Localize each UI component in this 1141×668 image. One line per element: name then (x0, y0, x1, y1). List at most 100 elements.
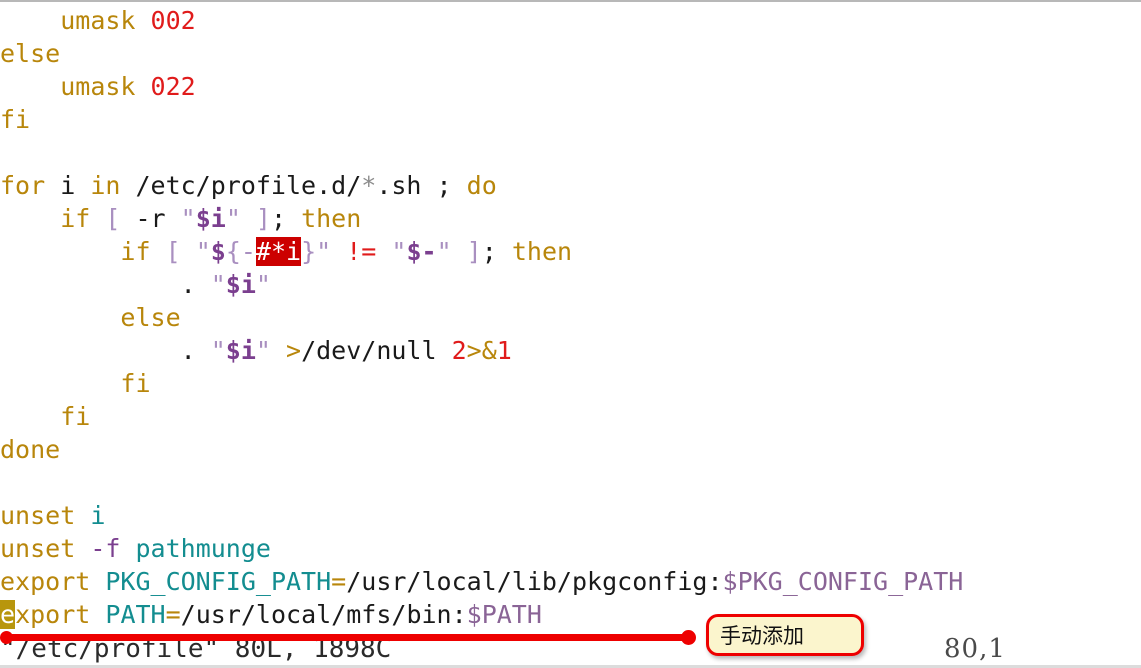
code-line: fi (0, 367, 1141, 400)
code-token: unset (0, 534, 76, 563)
code-token: do (451, 171, 497, 200)
code-token: /etc/profile.d/ (120, 171, 362, 200)
code-token: fi (60, 402, 91, 431)
code-token: " (210, 270, 226, 299)
code-token: " ] (436, 237, 482, 266)
text-cursor: e (0, 600, 16, 629)
code-token: $i (195, 204, 226, 233)
code-token: $i (225, 336, 256, 365)
code-token: umask (60, 72, 151, 101)
code-token: then (286, 204, 362, 233)
code-token: " (255, 270, 271, 299)
code-token: " (195, 237, 211, 266)
code-line: for i in /etc/profile.d/*.sh ; do (0, 169, 1141, 202)
code-token: 1 (496, 336, 512, 365)
code-token: pathmunge (135, 534, 271, 563)
code-token: = (331, 567, 347, 596)
code-line: . "$i" (0, 268, 1141, 301)
code-token: fi (0, 105, 31, 134)
code-token: " ] (225, 204, 271, 233)
code-token: for (0, 171, 46, 200)
code-line: umask 022 (0, 70, 1141, 103)
code-line: done (0, 433, 1141, 466)
code-token: >& (466, 336, 497, 365)
code-token: " (316, 237, 347, 266)
code-line: fi (0, 400, 1141, 433)
code-token: " (165, 204, 196, 233)
code-token: ; (481, 237, 497, 266)
code-token: $- (406, 237, 437, 266)
code-token: i (45, 171, 91, 200)
code-token: unset (0, 501, 76, 530)
annotation-callout-label: 手动添加 (720, 624, 804, 648)
code-token: [ (150, 237, 196, 266)
code-token: /usr/local/lib/pkgconfig: (346, 567, 723, 596)
code-line: export PKG_CONFIG_PATH=/usr/local/lib/pk… (0, 565, 1141, 598)
code-token: 022 (150, 72, 196, 101)
code-token: xport (15, 600, 91, 629)
editor-text-area[interactable]: umask 002 else umask 022 fi for i in /etc/… (0, 2, 1141, 631)
search-match-highlight: #*i (255, 237, 302, 266)
code-token: in (90, 171, 121, 200)
code-line: if [ -r "$i" ]; then (0, 202, 1141, 235)
code-line: . "$i" >/dev/null 2>&1 (0, 334, 1141, 367)
code-line: export PATH=/usr/local/mfs/bin:$PATH (0, 598, 1141, 631)
code-line: unset i (0, 499, 1141, 532)
code-line: fi (0, 103, 1141, 136)
code-token: PATH (105, 600, 166, 629)
code-token: .sh (376, 171, 437, 200)
code-token: done (0, 435, 61, 464)
code-token: } (301, 237, 317, 266)
code-token: > (286, 336, 302, 365)
annotation-arrow-dot (681, 630, 696, 645)
code-token: != (346, 237, 377, 266)
code-token: $i (225, 270, 256, 299)
code-token: 2 (451, 336, 467, 365)
code-token: else (0, 39, 61, 68)
code-token: [ (90, 204, 136, 233)
code-token: " (210, 336, 226, 365)
code-token: then (496, 237, 573, 266)
code-token: fi (120, 369, 151, 398)
code-token: $PKG_CONFIG_PATH (722, 567, 964, 596)
code-line: else (0, 37, 1141, 70)
code-token: -r (135, 204, 166, 233)
annotation-line-start-dot (0, 631, 13, 644)
status-cursor-position: 80,1 (944, 634, 1006, 664)
vim-editor-screen: umask 002 else umask 022 fi for i in /etc/… (0, 0, 1141, 668)
code-token: /usr/local/mfs/bin: (180, 600, 467, 629)
code-token: -f (90, 534, 121, 563)
code-token: ; (270, 204, 287, 233)
code-token: 002 (150, 6, 196, 35)
code-token: {- (225, 237, 256, 266)
code-token: if (60, 204, 91, 233)
code-token: $ (210, 237, 226, 266)
code-token: $PATH (466, 600, 542, 629)
code-token: /dev/null (301, 336, 452, 365)
code-token: PKG_CONFIG_PATH (105, 567, 332, 596)
code-token: . (180, 270, 211, 299)
code-token: ; (436, 171, 452, 200)
annotation-callout-box: 手动添加 (706, 614, 864, 656)
code-token: " (255, 336, 287, 365)
code-token: export (0, 567, 91, 596)
code-line: unset -f pathmunge (0, 532, 1141, 565)
code-token: else (120, 303, 181, 332)
code-token: if (120, 237, 151, 266)
code-token: * (361, 171, 377, 200)
code-token: . (180, 336, 211, 365)
